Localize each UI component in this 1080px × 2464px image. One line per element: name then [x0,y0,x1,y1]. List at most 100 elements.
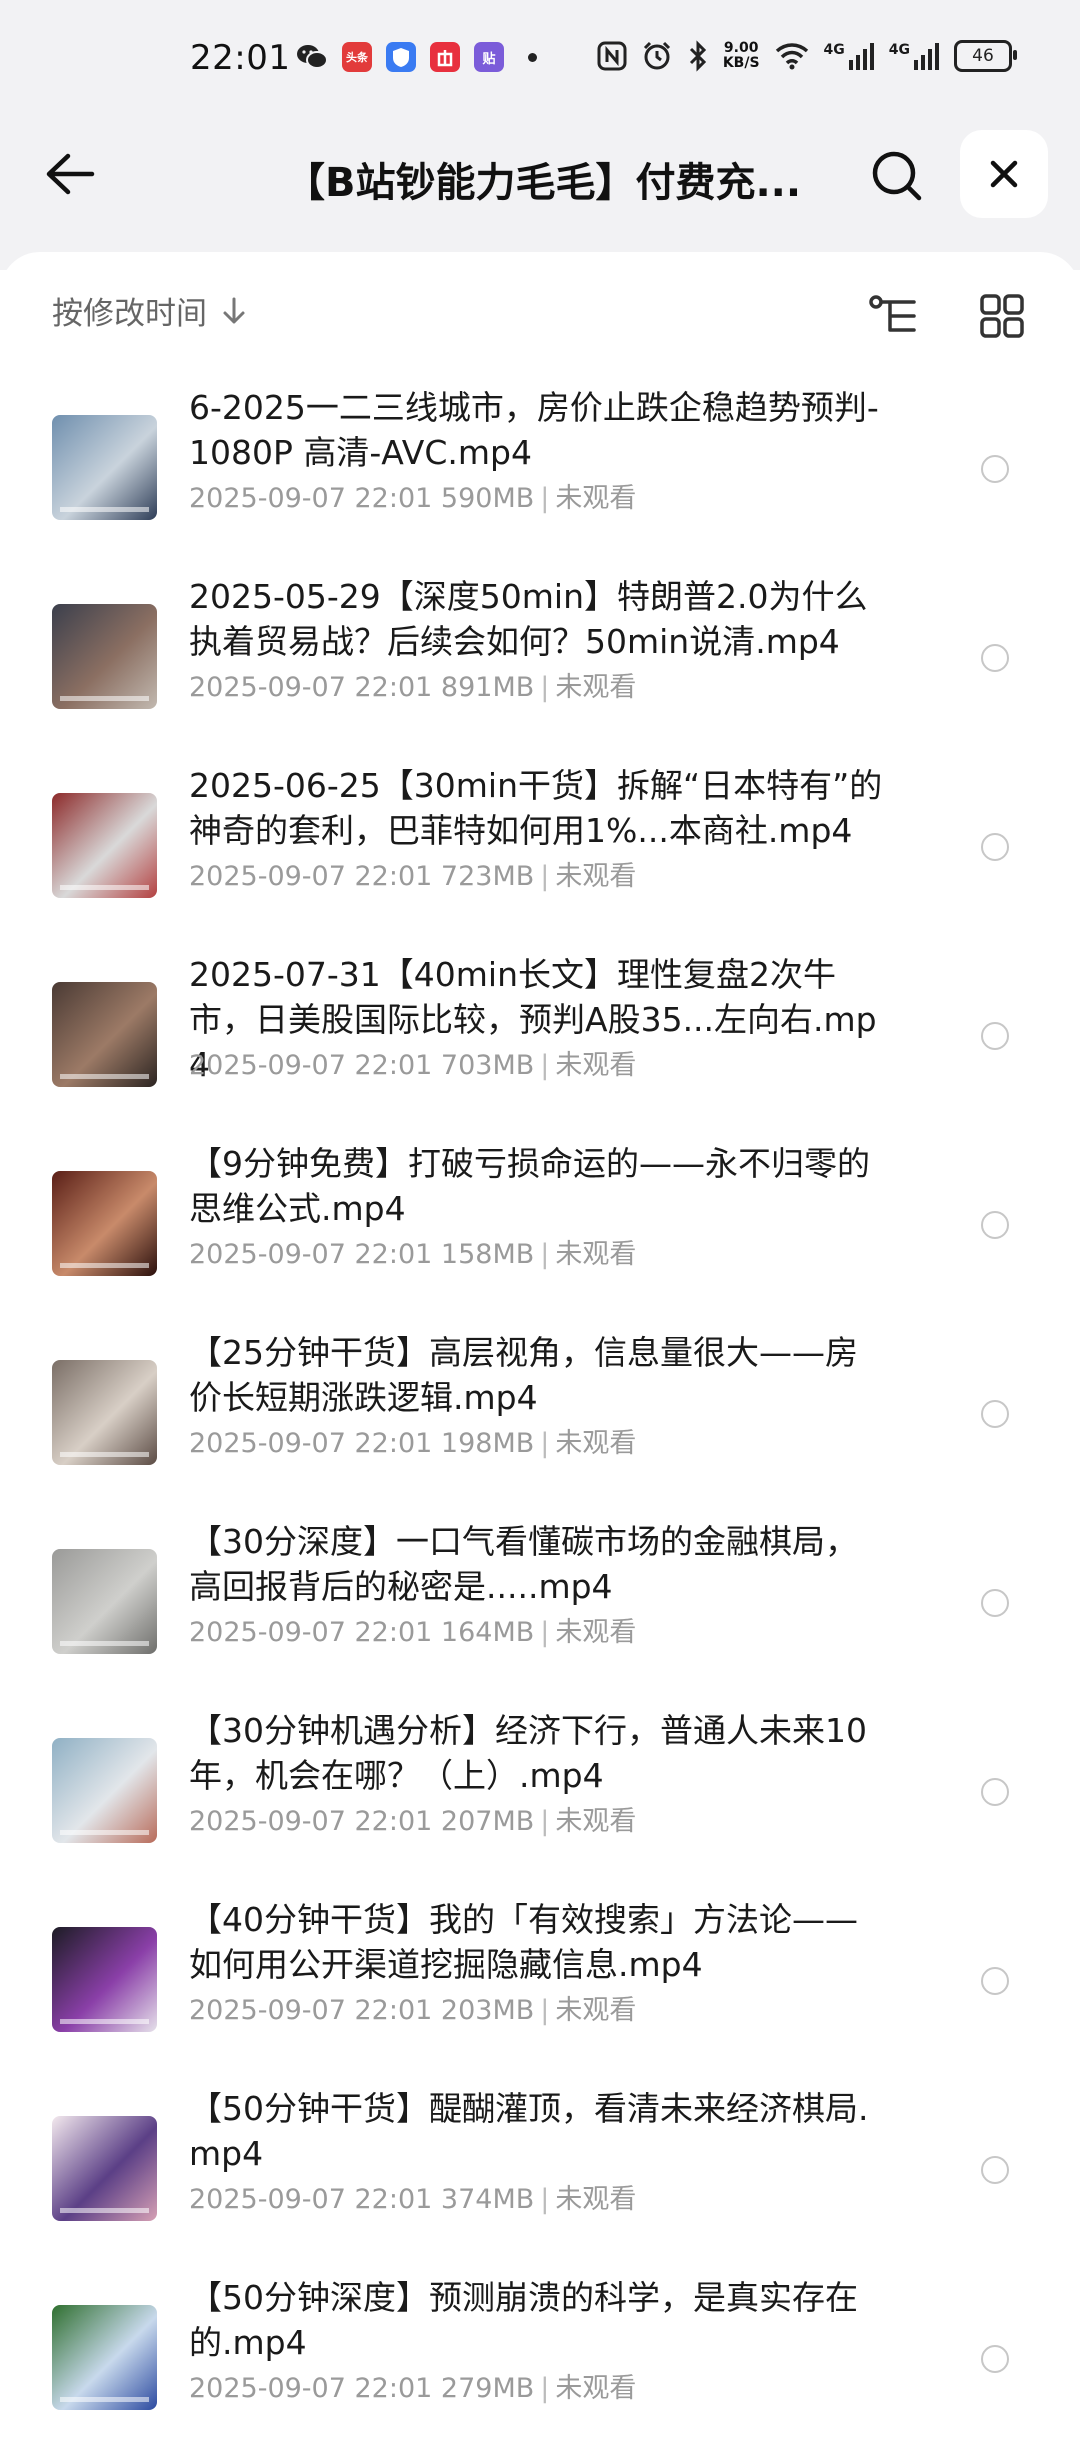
thumbnail-caption-bar [60,1263,149,1268]
thumbnail-caption-bar [60,507,149,512]
list-item[interactable]: 2025-07-31【40min长文】理性复盘2次牛市，日美股国际比较，预判A股… [0,952,1080,1141]
shield-app-icon [386,42,416,72]
file-meta: 2025-09-07 22:01 203MB | 未观看 [189,1988,636,2027]
arrow-down-icon [223,297,245,323]
list-item[interactable]: 【50分钟深度】预测崩溃的科学，是真实存在的.mp4 2025-09-07 22:… [0,2275,1080,2464]
file-meta: 2025-09-07 22:01 374MB | 未观看 [189,2177,636,2216]
select-radio[interactable] [981,1022,1009,1050]
watch-status: 未观看 [555,672,637,703]
gift-app-icon [430,42,460,72]
file-size: 158MB [440,1239,535,1270]
status-bar: 22:01 头条 贴 9.00 KB/S 4G 4G 46 [0,0,1080,120]
toutiao-app-icon: 头条 [342,42,372,72]
list-item[interactable]: 【50分钟干货】醍醐灌顶，看清未来经济棋局.mp4 2025-09-07 22:0… [0,2086,1080,2275]
file-size: 891MB [440,672,535,703]
select-radio[interactable] [981,1589,1009,1617]
back-button[interactable] [40,146,100,202]
file-date: 2025-09-07 22:01 [189,1050,433,1081]
list-item[interactable]: 【25分钟干货】高层视角，信息量很大——房价长短期涨跌逻辑.mp4 2025-09… [0,1330,1080,1519]
meta-separator: | [540,672,550,703]
signal-bars-icon [914,43,939,70]
file-name: 【9分钟免费】打破亏损命运的——永不归零的思维公式.mp4 [189,1144,870,1228]
meta-separator: | [540,1995,550,2026]
select-radio[interactable] [981,1400,1009,1428]
select-radio[interactable] [981,833,1009,861]
select-radio[interactable] [981,644,1009,672]
list-item[interactable]: 【40分钟干货】我的「有效搜索」方法论——如何用公开渠道挖掘隐藏信息.mp4 20… [0,1897,1080,2086]
tree-structure-icon [869,295,916,332]
video-thumbnail [52,2305,157,2410]
meta-separator: | [540,1239,550,1270]
file-name: 2025-05-29【深度50min】特朗普2.0为什么执着贸易战？后续会如何？… [189,577,868,661]
page-title: 【B站钞能力毛毛】付费充... [285,160,802,206]
file-date: 2025-09-07 22:01 [189,1995,433,2026]
list-item[interactable]: 2025-06-25【30min干货】拆解“日本特有”的神奇的套利，巴菲特如何用… [0,763,1080,952]
signal-bars-icon [848,43,874,70]
file-size: 207MB [440,1806,535,1837]
select-radio[interactable] [981,1967,1009,1995]
tieba-app-icon: 贴 [474,42,504,72]
watch-status: 未观看 [555,861,637,892]
list-item[interactable]: 【30分深度】一口气看懂碳市场的金融棋局，高回报背后的秘密是.....mp4 20… [0,1519,1080,1708]
close-button[interactable] [960,130,1048,218]
arrow-left-icon [46,153,95,195]
meta-separator: | [540,2184,550,2215]
file-date: 2025-09-07 22:01 [189,2373,433,2404]
select-radio[interactable] [981,2345,1009,2373]
file-meta: 2025-09-07 22:01 207MB | 未观看 [189,1799,636,1838]
file-name: 【30分深度】一口气看懂碳市场的金融棋局，高回报背后的秘密是.....mp4 [189,1522,858,1606]
meta-separator: | [540,861,550,892]
file-meta: 2025-09-07 22:01 198MB | 未观看 [189,1421,636,1460]
file-size: 374MB [440,2184,535,2215]
file-list-sheet: 按修改时间 6-2025一二三线城市，房价止跌企稳趋势预判-1080P 高清-A… [0,252,1080,2452]
select-radio[interactable] [981,1778,1009,1806]
cellular-signal-2: 4G [889,42,940,70]
video-thumbnail [52,1549,157,1654]
list-item[interactable]: 【9分钟免费】打破亏损命运的——永不归零的思维公式.mp4 2025-09-07 … [0,1141,1080,1330]
select-radio[interactable] [981,1211,1009,1239]
network-speed-unit: KB/S [722,55,760,71]
video-thumbnail [52,1738,157,1843]
list-item[interactable]: 【30分钟机遇分析】经济下行，普通人未来10年，机会在哪？（上）.mp4 2025… [0,1708,1080,1897]
list-item[interactable]: 6-2025一二三线城市，房价止跌企稳趋势预判-1080P 高清-AVC.mp4… [0,385,1080,574]
list-item[interactable]: 2025-05-29【深度50min】特朗普2.0为什么执着贸易战？后续会如何？… [0,574,1080,763]
file-meta: 2025-09-07 22:01 891MB | 未观看 [189,665,636,704]
thumbnail-caption-bar [60,2208,149,2213]
select-radio[interactable] [981,455,1009,483]
file-meta: 2025-09-07 22:01 723MB | 未观看 [189,854,636,893]
nfc-icon [597,41,627,71]
more-notifications-icon [528,52,537,62]
file-date: 2025-09-07 22:01 [189,483,433,514]
watch-status: 未观看 [555,2184,637,2215]
meta-separator: | [540,1617,550,1648]
file-name: 【40分钟干货】我的「有效搜索」方法论——如何用公开渠道挖掘隐藏信息.mp4 [189,1900,858,1984]
tree-view-button[interactable] [866,288,922,344]
file-size: 198MB [440,1428,535,1459]
signal-1-label: 4G [823,42,845,58]
file-name: 【50分钟深度】预测崩溃的科学，是真实存在的.mp4 [189,2278,858,2362]
thumbnail-caption-bar [60,885,149,890]
file-name: 【30分钟机遇分析】经济下行，普通人未来10年，机会在哪？（上）.mp4 [189,1711,867,1795]
thumbnail-caption-bar [60,2019,149,2024]
grid-view-button[interactable] [974,288,1030,344]
file-date: 2025-09-07 22:01 [189,1617,433,1648]
thumbnail-caption-bar [60,2397,149,2402]
wifi-icon [775,43,808,70]
alarm-icon [643,41,670,70]
header: 【B站钞能力毛毛】付费充... [0,124,1080,224]
watch-status: 未观看 [555,2373,637,2404]
bluetooth-icon [689,40,706,72]
video-thumbnail [52,1171,157,1276]
file-name: 2025-06-25【30min干货】拆解“日本特有”的神奇的套利，巴菲特如何用… [189,766,883,850]
thumbnail-caption-bar [60,1830,149,1835]
watch-status: 未观看 [555,1995,637,2026]
select-radio[interactable] [981,2156,1009,2184]
search-button[interactable] [865,144,929,208]
sort-label: 按修改时间 [52,296,207,332]
sort-button[interactable]: 按修改时间 [52,288,247,333]
thumbnail-caption-bar [60,1074,149,1079]
video-thumbnail [52,793,157,898]
cellular-signal-1: 4G [824,42,875,70]
file-date: 2025-09-07 22:01 [189,1239,433,1270]
file-meta: 2025-09-07 22:01 164MB | 未观看 [189,1610,636,1649]
